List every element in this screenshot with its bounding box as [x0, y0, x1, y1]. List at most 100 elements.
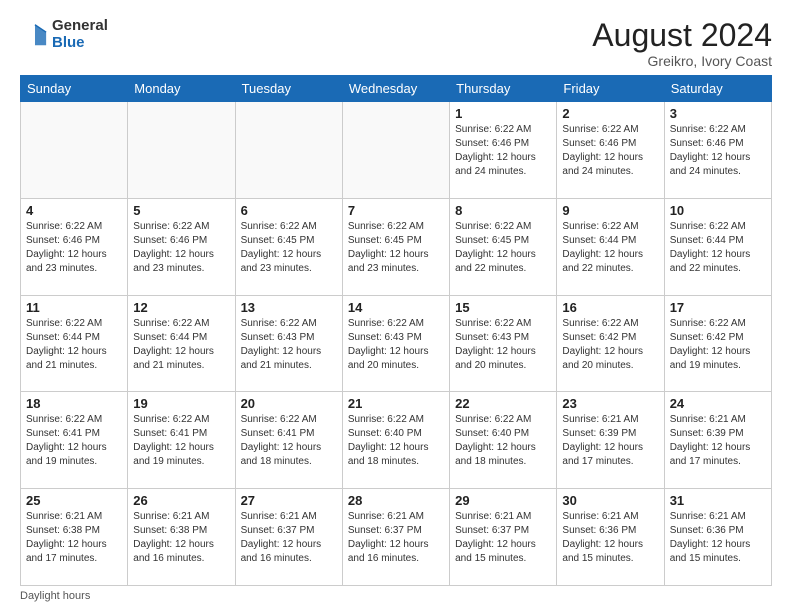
calendar-cell: 22 Sunrise: 6:22 AMSunset: 6:40 PMDayligh…: [450, 392, 557, 489]
calendar-cell: 31Sunrise: 6:21 AMSunset: 6:36 PMDayligh…: [664, 489, 771, 586]
day-info: Sunrise: 6:22 AMSunset: 6:44 PMDaylight:…: [562, 220, 658, 276]
day-number: 6: [241, 203, 337, 218]
week-row-4: 18 Sunrise: 6:22 AMSunset: 6:41 PMDayligh…: [21, 392, 772, 489]
day-number: 17: [670, 300, 766, 315]
day-number: 21: [348, 396, 444, 411]
day-number: 26: [133, 493, 229, 508]
day-info: Sunrise: 6:22 AMSunset: 6:41 PMDaylight:…: [133, 413, 229, 469]
day-info: Sunrise: 6:21 AMSunset: 6:39 PMDaylight:…: [562, 413, 658, 469]
calendar-cell: 19 Sunrise: 6:22 AMSunset: 6:41 PMDayligh…: [128, 392, 235, 489]
day-number: 12: [133, 300, 229, 315]
day-number: 16: [562, 300, 658, 315]
footer: Daylight hours: [20, 590, 772, 602]
day-number: 8: [455, 203, 551, 218]
calendar-cell: 21 Sunrise: 6:22 AMSunset: 6:40 PMDayligh…: [342, 392, 449, 489]
day-info: Sunrise: 6:21 AMSunset: 6:37 PMDaylight:…: [241, 510, 337, 566]
week-row-5: 25 Sunrise: 6:21 AMSunset: 6:38 PMDayligh…: [21, 489, 772, 586]
calendar-cell: 11 Sunrise: 6:22 AMSunset: 6:44 PMDayligh…: [21, 295, 128, 392]
calendar-cell: 15 Sunrise: 6:22 AMSunset: 6:43 PMDayligh…: [450, 295, 557, 392]
calendar-cell: 12Sunrise: 6:22 AMSunset: 6:44 PMDayligh…: [128, 295, 235, 392]
day-info: Sunrise: 6:21 AMSunset: 6:38 PMDaylight:…: [133, 510, 229, 566]
calendar-cell: 14Sunrise: 6:22 AMSunset: 6:43 PMDayligh…: [342, 295, 449, 392]
header: General Blue August 2024 Greikro, Ivory …: [20, 18, 772, 69]
day-info: Sunrise: 6:22 AMSunset: 6:45 PMDaylight:…: [348, 220, 444, 276]
weekday-header-wednesday: Wednesday: [342, 76, 449, 102]
day-number: 25: [26, 493, 122, 508]
calendar-cell: 5 Sunrise: 6:22 AMSunset: 6:46 PMDaylight…: [128, 198, 235, 295]
day-info: Sunrise: 6:22 AMSunset: 6:43 PMDaylight:…: [455, 317, 551, 373]
calendar-cell: 9 Sunrise: 6:22 AMSunset: 6:44 PMDaylight…: [557, 198, 664, 295]
weekday-header-tuesday: Tuesday: [235, 76, 342, 102]
week-row-3: 11 Sunrise: 6:22 AMSunset: 6:44 PMDayligh…: [21, 295, 772, 392]
day-info: Sunrise: 6:22 AMSunset: 6:46 PMDaylight:…: [455, 123, 551, 179]
day-number: 1: [455, 106, 551, 121]
weekday-header-row: SundayMondayTuesdayWednesdayThursdayFrid…: [21, 76, 772, 102]
week-row-2: 4Sunrise: 6:22 AMSunset: 6:46 PMDaylight…: [21, 198, 772, 295]
day-info: Sunrise: 6:21 AMSunset: 6:37 PMDaylight:…: [455, 510, 551, 566]
day-number: 14: [348, 300, 444, 315]
calendar-cell: [128, 102, 235, 199]
day-info: Sunrise: 6:22 AMSunset: 6:46 PMDaylight:…: [670, 123, 766, 179]
day-number: 23: [562, 396, 658, 411]
weekday-header-friday: Friday: [557, 76, 664, 102]
day-info: Sunrise: 6:22 AMSunset: 6:42 PMDaylight:…: [562, 317, 658, 373]
day-info: Sunrise: 6:22 AMSunset: 6:41 PMDaylight:…: [241, 413, 337, 469]
logo-general: General: [52, 17, 108, 34]
calendar-cell: 1 Sunrise: 6:22 AMSunset: 6:46 PMDaylight…: [450, 102, 557, 199]
day-info: Sunrise: 6:21 AMSunset: 6:37 PMDaylight:…: [348, 510, 444, 566]
weekday-header-monday: Monday: [128, 76, 235, 102]
day-info: Sunrise: 6:22 AMSunset: 6:42 PMDaylight:…: [670, 317, 766, 373]
day-number: 13: [241, 300, 337, 315]
day-number: 30: [562, 493, 658, 508]
day-number: 27: [241, 493, 337, 508]
day-number: 10: [670, 203, 766, 218]
day-info: Sunrise: 6:22 AMSunset: 6:40 PMDaylight:…: [348, 413, 444, 469]
day-info: Sunrise: 6:22 AMSunset: 6:45 PMDaylight:…: [241, 220, 337, 276]
day-number: 5: [133, 203, 229, 218]
calendar-cell: 2 Sunrise: 6:22 AMSunset: 6:46 PMDaylight…: [557, 102, 664, 199]
day-info: Sunrise: 6:21 AMSunset: 6:39 PMDaylight:…: [670, 413, 766, 469]
logo-blue: Blue: [52, 34, 85, 51]
calendar-cell: 24 Sunrise: 6:21 AMSunset: 6:39 PMDayligh…: [664, 392, 771, 489]
day-number: 19: [133, 396, 229, 411]
calendar-cell: 8 Sunrise: 6:22 AMSunset: 6:45 PMDaylight…: [450, 198, 557, 295]
day-info: Sunrise: 6:22 AMSunset: 6:40 PMDaylight:…: [455, 413, 551, 469]
day-number: 28: [348, 493, 444, 508]
calendar-cell: [342, 102, 449, 199]
day-info: Sunrise: 6:22 AMSunset: 6:45 PMDaylight:…: [455, 220, 551, 276]
day-number: 2: [562, 106, 658, 121]
calendar-cell: 6 Sunrise: 6:22 AMSunset: 6:45 PMDaylight…: [235, 198, 342, 295]
day-number: 9: [562, 203, 658, 218]
day-number: 11: [26, 300, 122, 315]
calendar-cell: [235, 102, 342, 199]
calendar-cell: 16 Sunrise: 6:22 AMSunset: 6:42 PMDayligh…: [557, 295, 664, 392]
calendar-cell: 30Sunrise: 6:21 AMSunset: 6:36 PMDayligh…: [557, 489, 664, 586]
weekday-header-thursday: Thursday: [450, 76, 557, 102]
calendar-cell: [21, 102, 128, 199]
calendar-cell: 4Sunrise: 6:22 AMSunset: 6:46 PMDaylight…: [21, 198, 128, 295]
day-info: Sunrise: 6:22 AMSunset: 6:44 PMDaylight:…: [26, 317, 122, 373]
day-number: 22: [455, 396, 551, 411]
day-number: 31: [670, 493, 766, 508]
day-number: 7: [348, 203, 444, 218]
day-number: 18: [26, 396, 122, 411]
day-info: Sunrise: 6:22 AMSunset: 6:41 PMDaylight:…: [26, 413, 122, 469]
calendar-cell: 20 Sunrise: 6:22 AMSunset: 6:41 PMDayligh…: [235, 392, 342, 489]
day-number: 20: [241, 396, 337, 411]
day-info: Sunrise: 6:22 AMSunset: 6:43 PMDaylight:…: [241, 317, 337, 373]
weekday-header-saturday: Saturday: [664, 76, 771, 102]
calendar-cell: 17 Sunrise: 6:22 AMSunset: 6:42 PMDayligh…: [664, 295, 771, 392]
day-number: 3: [670, 106, 766, 121]
calendar-cell: 13 Sunrise: 6:22 AMSunset: 6:43 PMDayligh…: [235, 295, 342, 392]
day-number: 24: [670, 396, 766, 411]
week-row-1: 1 Sunrise: 6:22 AMSunset: 6:46 PMDaylight…: [21, 102, 772, 199]
calendar-cell: 29Sunrise: 6:21 AMSunset: 6:37 PMDayligh…: [450, 489, 557, 586]
day-number: 15: [455, 300, 551, 315]
day-info: Sunrise: 6:22 AMSunset: 6:46 PMDaylight:…: [133, 220, 229, 276]
calendar-cell: 7 Sunrise: 6:22 AMSunset: 6:45 PMDaylight…: [342, 198, 449, 295]
calendar-cell: 26 Sunrise: 6:21 AMSunset: 6:38 PMDayligh…: [128, 489, 235, 586]
title-area: August 2024 Greikro, Ivory Coast: [592, 18, 772, 69]
day-info: Sunrise: 6:22 AMSunset: 6:46 PMDaylight:…: [562, 123, 658, 179]
calendar-cell: 10Sunrise: 6:22 AMSunset: 6:44 PMDayligh…: [664, 198, 771, 295]
calendar-cell: 27 Sunrise: 6:21 AMSunset: 6:37 PMDayligh…: [235, 489, 342, 586]
